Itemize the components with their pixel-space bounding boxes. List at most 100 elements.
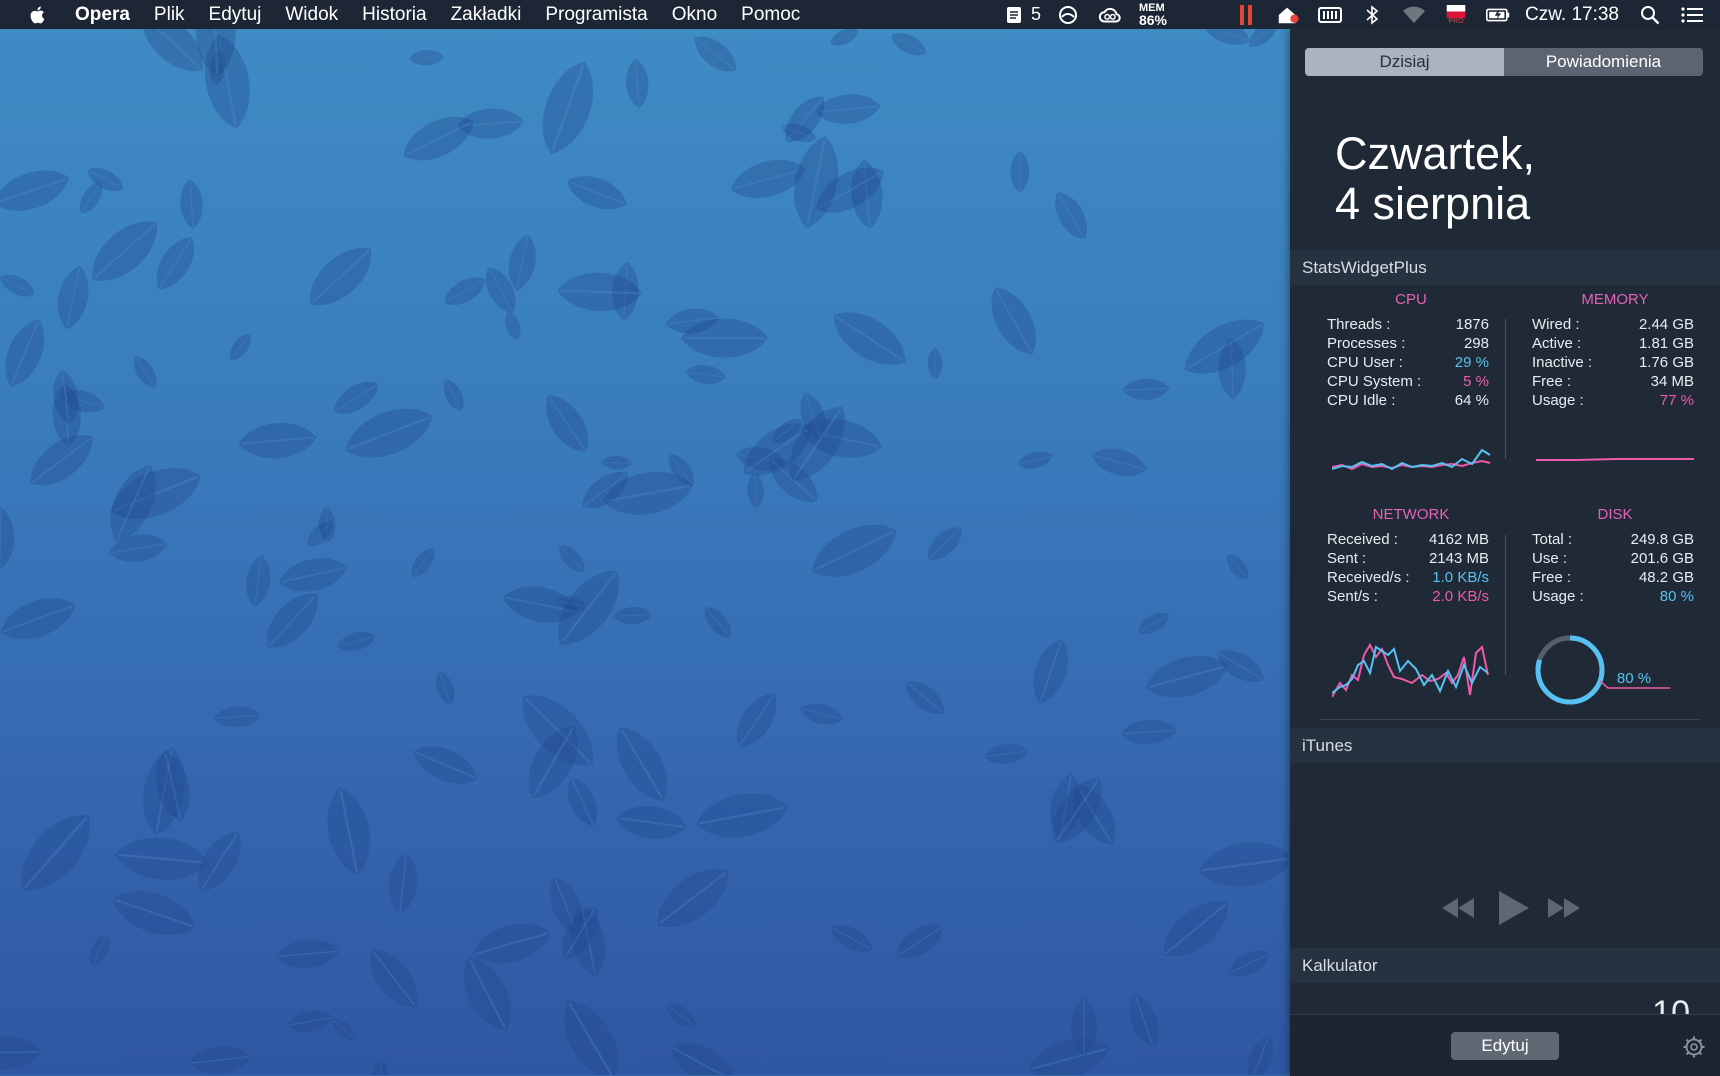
- pause-icon[interactable]: [1234, 4, 1258, 25]
- leaf-shape: [5, 319, 45, 387]
- rewind-icon[interactable]: [1440, 895, 1476, 921]
- menu-app-opera[interactable]: Opera: [63, 0, 142, 29]
- leaf-shape: [57, 265, 89, 330]
- leaf-shape: [831, 925, 872, 952]
- cpu-processes-label: Processes :: [1327, 335, 1406, 352]
- cpu-user-line: [1332, 448, 1491, 471]
- apple-logo-icon[interactable]: [27, 4, 49, 26]
- cpu-user-label: CPU User :: [1327, 354, 1403, 371]
- leaf-shape: [115, 837, 208, 880]
- stats-divider-bottom: [1505, 535, 1506, 675]
- menubar-clock[interactable]: Czw. 17:38: [1525, 4, 1619, 26]
- leaf-shape: [736, 693, 777, 748]
- leaf-shape: [829, 29, 859, 46]
- mem-inactive-value: 1.76 GB: [1638, 354, 1694, 371]
- leaf-shape: [409, 50, 444, 66]
- stats-widget-body: CPU Threads : 1876 Processes : 298 CPU Use…: [1290, 285, 1720, 723]
- leaf-shape: [694, 36, 736, 72]
- mem-free-value: 34 MB: [1650, 373, 1694, 390]
- net-received-rate-value: 1.0 KB/s: [1432, 569, 1489, 586]
- memory-status[interactable]: MEM 86%: [1139, 2, 1167, 27]
- bluetooth-icon[interactable]: [1360, 4, 1384, 25]
- leaf-shape: [626, 58, 649, 109]
- disk-usage-label: Usage :: [1532, 588, 1584, 605]
- menu-widok[interactable]: Widok: [273, 0, 350, 29]
- leaf-shape: [1138, 612, 1169, 635]
- net-received-rate-label: Received/s :: [1327, 569, 1410, 586]
- disk-free-label: Free :: [1532, 569, 1572, 586]
- fast-forward-icon[interactable]: [1546, 895, 1582, 921]
- cpu-system-label: CPU System :: [1327, 373, 1422, 390]
- tab-today[interactable]: Dzisiaj: [1305, 48, 1504, 76]
- memory-usage-line: [1536, 458, 1694, 461]
- leaf-shape: [189, 1045, 251, 1074]
- notification-center-icon[interactable]: [1680, 5, 1704, 25]
- creative-cloud-icon[interactable]: [1098, 5, 1122, 25]
- task-count-badge: 5: [1030, 4, 1041, 24]
- sync-circle-icon[interactable]: [1056, 5, 1080, 25]
- menu-okno[interactable]: Okno: [660, 0, 729, 29]
- disk-use-value: 201.6 GB: [1630, 550, 1694, 567]
- net-sent-label: Sent :: [1327, 550, 1367, 567]
- cpu-processes-value: 298: [1463, 335, 1489, 352]
- calculator-widget-header[interactable]: Kalkulator: [1290, 948, 1720, 983]
- leaf-shape: [156, 237, 195, 290]
- input-language-flag-icon[interactable]: PRO: [1444, 4, 1468, 25]
- leaf-shape: [1028, 1038, 1110, 1075]
- gear-icon[interactable]: [1682, 1035, 1706, 1059]
- cpu-block: CPU Threads : 1876 Processes : 298 CPU Use…: [1316, 285, 1506, 495]
- leaf-shape: [800, 703, 843, 725]
- network-block: NETWORK Received :4162 MB Sent :2143 MB …: [1316, 500, 1506, 710]
- play-icon[interactable]: [1496, 889, 1532, 927]
- net-received-label: Received :: [1327, 531, 1398, 548]
- home-cloud-icon[interactable]: [1276, 5, 1300, 25]
- cpu-idle-label: CPU Idle :: [1327, 392, 1396, 409]
- leaf-shape: [1091, 448, 1147, 477]
- menu-edytuj[interactable]: Edytuj: [197, 0, 274, 29]
- leaf-shape: [906, 681, 944, 714]
- leaf-shape: [704, 607, 731, 638]
- task-list-icon[interactable]: [1002, 5, 1026, 25]
- leaf-shape: [1055, 192, 1087, 240]
- leaf-shape: [616, 806, 687, 839]
- itunes-widget-header[interactable]: iTunes: [1290, 728, 1720, 763]
- leaf-shape: [411, 548, 435, 577]
- tab-notifications[interactable]: Powiadomienia: [1504, 48, 1703, 76]
- leaf-shape: [327, 786, 371, 876]
- stats-widget-header[interactable]: StatsWidgetPlus: [1290, 250, 1720, 285]
- menu-pomoc[interactable]: Pomoc: [729, 0, 812, 29]
- cpu-system-value: 5 %: [1463, 373, 1489, 390]
- menu-historia[interactable]: Historia: [350, 0, 438, 29]
- battery-charging-icon[interactable]: [1486, 5, 1510, 25]
- spotlight-search-icon[interactable]: [1638, 5, 1662, 25]
- mem-inactive-label: Inactive :: [1532, 354, 1593, 371]
- leaf-shape: [1198, 842, 1290, 887]
- leaf-shape: [372, 1058, 387, 1075]
- leaf-shape: [613, 607, 652, 625]
- menu-programista[interactable]: Programista: [533, 0, 659, 29]
- leaf-shape: [567, 176, 627, 210]
- date-day-month: 4 sierpnia: [1335, 178, 1531, 229]
- leaf-shape: [567, 777, 598, 827]
- leaf-shape: [337, 631, 376, 651]
- leaf-shape: [546, 395, 588, 452]
- battery-bars-icon[interactable]: [1318, 5, 1342, 25]
- leaf-shape: [21, 815, 90, 891]
- nc-segmented-control: Dzisiaj Powiadomienia: [1305, 48, 1703, 76]
- memory-title: MEMORY: [1581, 291, 1649, 308]
- wifi-icon[interactable]: [1402, 5, 1426, 25]
- edit-button[interactable]: Edytuj: [1451, 1032, 1559, 1060]
- leaf-shape: [670, 1042, 736, 1075]
- disk-ring-label: 80 %: [1617, 670, 1651, 687]
- menu-zakladki[interactable]: Zakładki: [439, 0, 534, 29]
- network-title: NETWORK: [1372, 506, 1450, 523]
- leaf-shape: [238, 422, 317, 459]
- net-received-line: [1332, 645, 1489, 694]
- stats-divider-top: [1505, 319, 1506, 459]
- leaf-shape: [1226, 554, 1249, 580]
- leaf-shape: [891, 33, 927, 56]
- cpu-threads-label: Threads :: [1327, 316, 1391, 333]
- menu-plik[interactable]: Plik: [142, 0, 197, 29]
- leaf-shape: [1163, 901, 1228, 957]
- leaf-shape: [310, 247, 372, 306]
